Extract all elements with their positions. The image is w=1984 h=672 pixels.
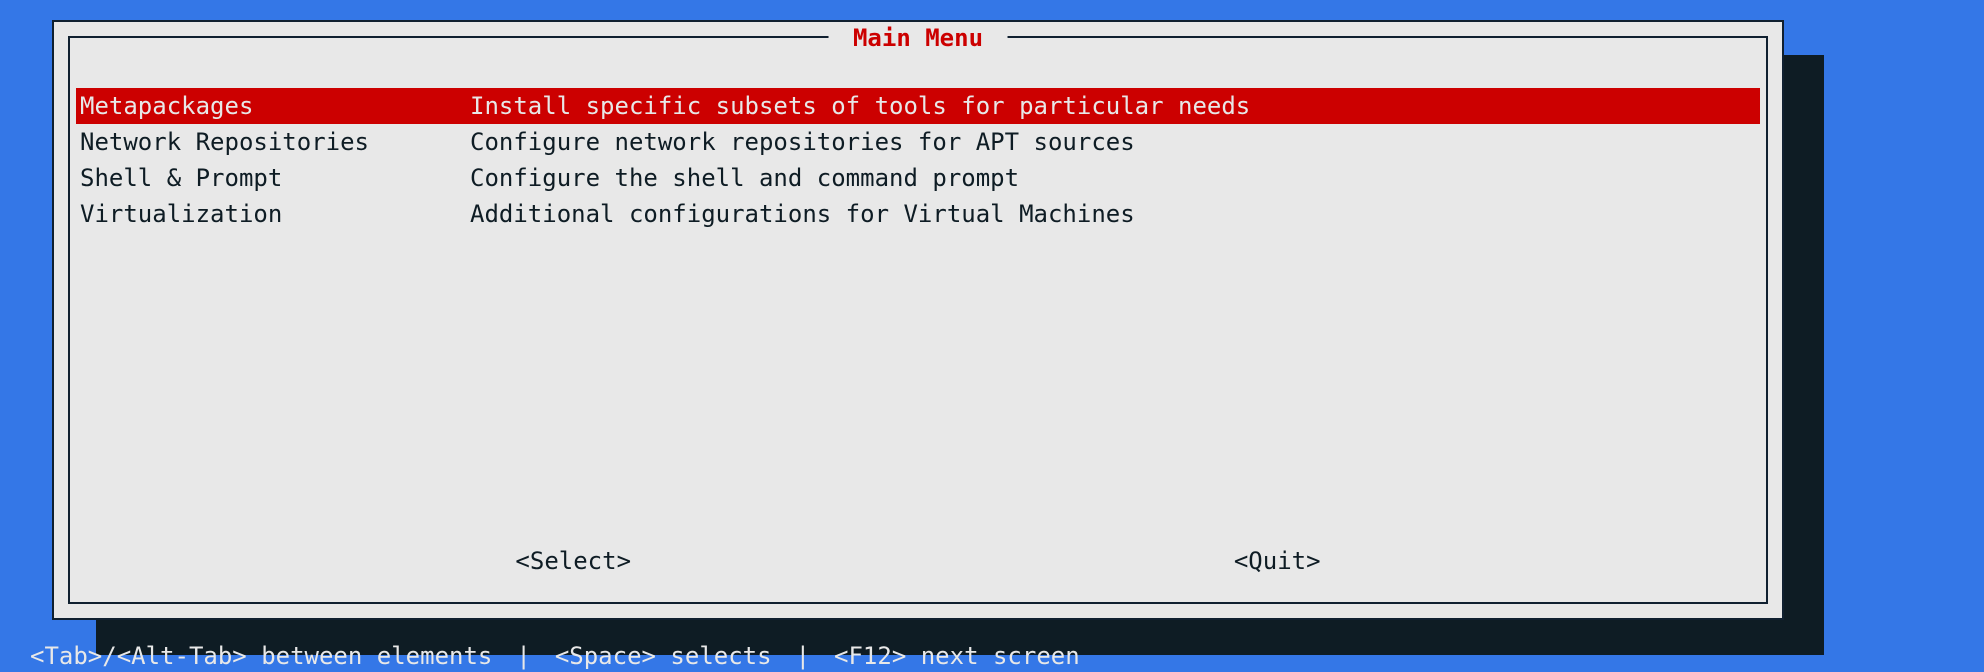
menu-item-label: Metapackages (76, 93, 470, 119)
menu-item-label: Virtualization (76, 201, 470, 227)
dialog-title: Main Menu (829, 25, 1008, 51)
menu-list: Metapackages Install specific subsets of… (76, 88, 1760, 232)
dialog-buttons: <Select> <Quit> (54, 548, 1782, 574)
quit-button[interactable]: <Quit> (1234, 548, 1321, 574)
hint-separator: | (516, 643, 530, 669)
hint-tab: <Tab>/<Alt-Tab> between elements (30, 643, 492, 669)
menu-item-network-repositories[interactable]: Network Repositories Configure network r… (76, 124, 1760, 160)
hint-f12: <F12> next screen (834, 643, 1080, 669)
menu-item-shell-prompt[interactable]: Shell & Prompt Configure the shell and c… (76, 160, 1760, 196)
select-button[interactable]: <Select> (515, 548, 631, 574)
menu-item-label: Network Repositories (76, 129, 470, 155)
hint-separator: | (796, 643, 810, 669)
menu-item-virtualization[interactable]: Virtualization Additional configurations… (76, 196, 1760, 232)
menu-item-desc: Configure the shell and command prompt (470, 165, 1760, 191)
hint-space: <Space> selects (555, 643, 772, 669)
menu-item-label: Shell & Prompt (76, 165, 470, 191)
main-menu-dialog: Main Menu Metapackages Install specific … (52, 20, 1784, 620)
menu-item-desc: Additional configurations for Virtual Ma… (470, 201, 1760, 227)
menu-item-metapackages[interactable]: Metapackages Install specific subsets of… (76, 88, 1760, 124)
screen: Main Menu Metapackages Install specific … (0, 0, 1984, 672)
menu-item-desc: Install specific subsets of tools for pa… (470, 93, 1760, 119)
menu-item-desc: Configure network repositories for APT s… (470, 129, 1760, 155)
key-hints-bar: <Tab>/<Alt-Tab> between elements | <Spac… (0, 640, 1984, 672)
